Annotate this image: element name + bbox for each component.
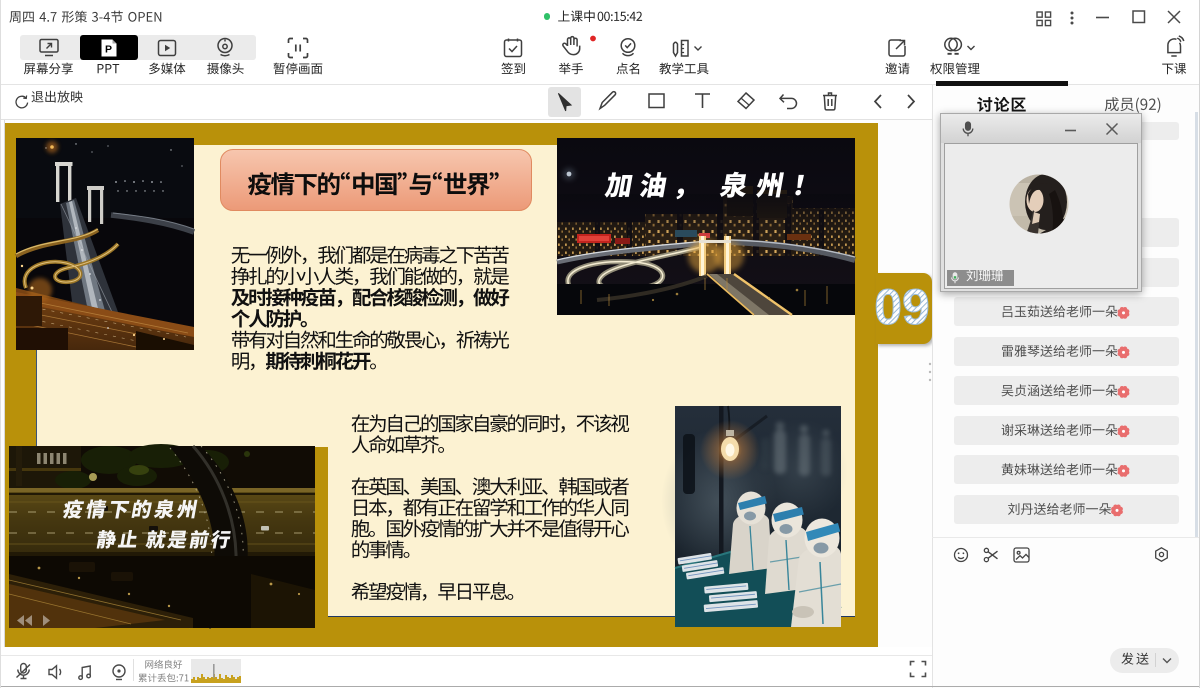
svg-text:P: P: [105, 44, 112, 56]
svg-text:09: 09: [874, 279, 930, 335]
